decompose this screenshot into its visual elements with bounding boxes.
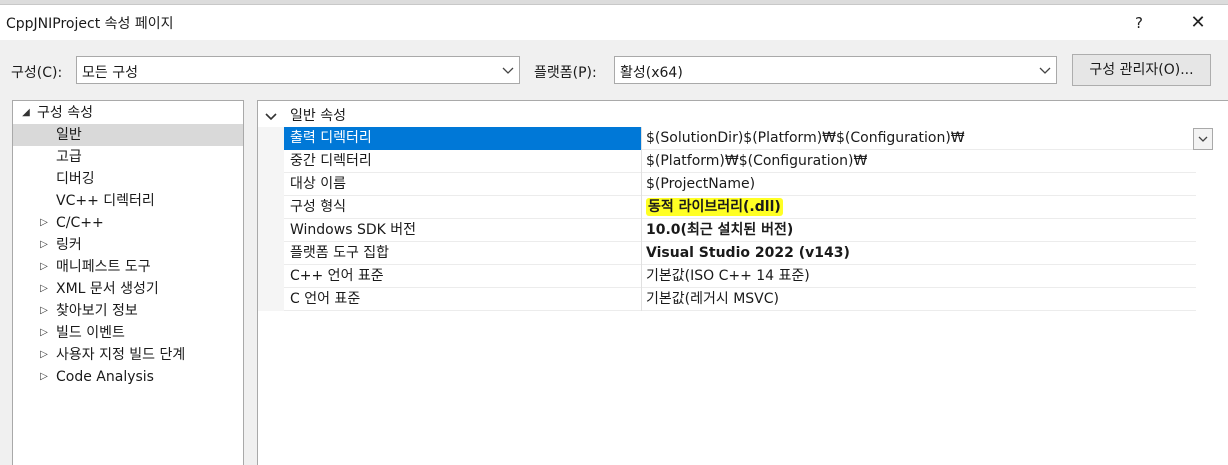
property-value[interactable]: $(SolutionDir)$(Platform)₩$(Configuratio… bbox=[643, 127, 1196, 150]
configuration-label: 구성(C): bbox=[11, 65, 63, 81]
window-title: CppJNIProject 속성 페이지 bbox=[6, 16, 174, 32]
configuration-value: 모든 구성 bbox=[82, 65, 138, 81]
value-dropdown-button[interactable] bbox=[1193, 128, 1213, 150]
property-value[interactable]: $(ProjectName) bbox=[643, 173, 1196, 196]
property-value[interactable]: Visual Studio 2022 (v143) bbox=[643, 242, 1196, 265]
tree-item-vc-directories[interactable]: VC++ 디렉터리 bbox=[13, 190, 243, 212]
platform-value: 활성(x64) bbox=[620, 65, 683, 81]
property-name: 구성 형식 bbox=[284, 196, 642, 219]
collapsed-triangle-icon[interactable]: ▷ bbox=[37, 234, 51, 256]
property-name: C++ 언어 표준 bbox=[284, 265, 642, 288]
property-row-intermediate-directory[interactable]: 중간 디렉터리 $(Platform)₩$(Configuration)₩ bbox=[258, 150, 1196, 173]
expanded-triangle-icon[interactable]: ◢ bbox=[19, 102, 33, 124]
close-button[interactable]: ✕ bbox=[1183, 9, 1213, 37]
property-value[interactable]: 동적 라이브러리(.dll) bbox=[643, 196, 1196, 219]
property-tree[interactable]: ◢ 구성 속성 일반 고급 디버깅 VC++ 디렉터리 ▷ C/C++ ▷ 링커… bbox=[12, 100, 244, 465]
tree-item-build-events[interactable]: ▷ 빌드 이벤트 bbox=[13, 322, 243, 344]
highlighted-value: 동적 라이브러리(.dll) bbox=[646, 198, 783, 216]
collapsed-triangle-icon[interactable]: ▷ bbox=[37, 344, 51, 366]
property-row-platform-toolset[interactable]: 플랫폼 도구 집합 Visual Studio 2022 (v143) bbox=[258, 242, 1196, 265]
property-row-cpp-language-standard[interactable]: C++ 언어 표준 기본값(ISO C++ 14 표준) bbox=[258, 265, 1196, 288]
chevron-down-icon[interactable] bbox=[264, 105, 278, 127]
tree-item-manifest-tool[interactable]: ▷ 매니페스트 도구 bbox=[13, 256, 243, 278]
chevron-down-icon bbox=[1198, 136, 1208, 142]
tree-item-code-analysis[interactable]: ▷ Code Analysis bbox=[13, 366, 243, 388]
property-grid[interactable]: 일반 속성 출력 디렉터리 $(SolutionDir)$(Platform)₩… bbox=[257, 100, 1228, 465]
tree-item-config-properties[interactable]: ◢ 구성 속성 bbox=[13, 102, 243, 124]
collapsed-triangle-icon[interactable]: ▷ bbox=[37, 322, 51, 344]
tree-item-cpp[interactable]: ▷ C/C++ bbox=[13, 212, 243, 234]
property-row-windows-sdk-version[interactable]: Windows SDK 버전 10.0(최근 설치된 버전) bbox=[258, 219, 1196, 242]
property-name: 중간 디렉터리 bbox=[284, 150, 642, 173]
tree-item-browse-info[interactable]: ▷ 찾아보기 정보 bbox=[13, 300, 243, 322]
property-value[interactable]: 10.0(최근 설치된 버전) bbox=[643, 219, 1196, 242]
chevron-down-icon bbox=[1039, 67, 1051, 74]
tree-item-general[interactable]: 일반 bbox=[13, 124, 243, 146]
property-value[interactable]: 기본값(ISO C++ 14 표준) bbox=[643, 265, 1196, 288]
property-row-c-language-standard[interactable]: C 언어 표준 기본값(레거시 MSVC) bbox=[258, 288, 1196, 311]
property-name: 대상 이름 bbox=[284, 173, 642, 196]
title-bar: CppJNIProject 속성 페이지 ? ✕ bbox=[0, 5, 1228, 40]
collapsed-triangle-icon[interactable]: ▷ bbox=[37, 278, 51, 300]
tree-item-custom-build-step[interactable]: ▷ 사용자 지정 빌드 단계 bbox=[13, 344, 243, 366]
collapsed-triangle-icon[interactable]: ▷ bbox=[37, 212, 51, 234]
property-row-output-directory[interactable]: 출력 디렉터리 $(SolutionDir)$(Platform)₩$(Conf… bbox=[258, 127, 1196, 150]
tree-item-advanced[interactable]: 고급 bbox=[13, 146, 243, 168]
collapsed-triangle-icon[interactable]: ▷ bbox=[37, 366, 51, 388]
property-name: Windows SDK 버전 bbox=[284, 219, 642, 242]
property-row-target-name[interactable]: 대상 이름 $(ProjectName) bbox=[258, 173, 1196, 196]
collapsed-triangle-icon[interactable]: ▷ bbox=[37, 300, 51, 322]
property-name: C 언어 표준 bbox=[284, 288, 642, 311]
platform-dropdown[interactable]: 활성(x64) bbox=[614, 56, 1057, 84]
tree-item-xml-doc-generator[interactable]: ▷ XML 문서 생성기 bbox=[13, 278, 243, 300]
configuration-dropdown[interactable]: 모든 구성 bbox=[76, 56, 520, 84]
chevron-down-icon bbox=[502, 67, 514, 74]
collapsed-triangle-icon[interactable]: ▷ bbox=[37, 256, 51, 278]
property-value[interactable]: 기본값(레거시 MSVC) bbox=[643, 288, 1196, 311]
property-name: 플랫폼 도구 집합 bbox=[284, 242, 642, 265]
property-value[interactable]: $(Platform)₩$(Configuration)₩ bbox=[643, 150, 1196, 173]
tree-item-debugging[interactable]: 디버깅 bbox=[13, 168, 243, 190]
platform-label: 플랫폼(P): bbox=[534, 65, 597, 81]
category-general-properties[interactable]: 일반 속성 bbox=[258, 105, 1228, 127]
help-button[interactable]: ? bbox=[1124, 9, 1154, 37]
property-name: 출력 디렉터리 bbox=[284, 127, 642, 150]
property-row-configuration-type[interactable]: 구성 형식 동적 라이브러리(.dll) bbox=[258, 196, 1196, 219]
tree-item-linker[interactable]: ▷ 링커 bbox=[13, 234, 243, 256]
configuration-manager-button[interactable]: 구성 관리자(O)... bbox=[1072, 54, 1211, 86]
